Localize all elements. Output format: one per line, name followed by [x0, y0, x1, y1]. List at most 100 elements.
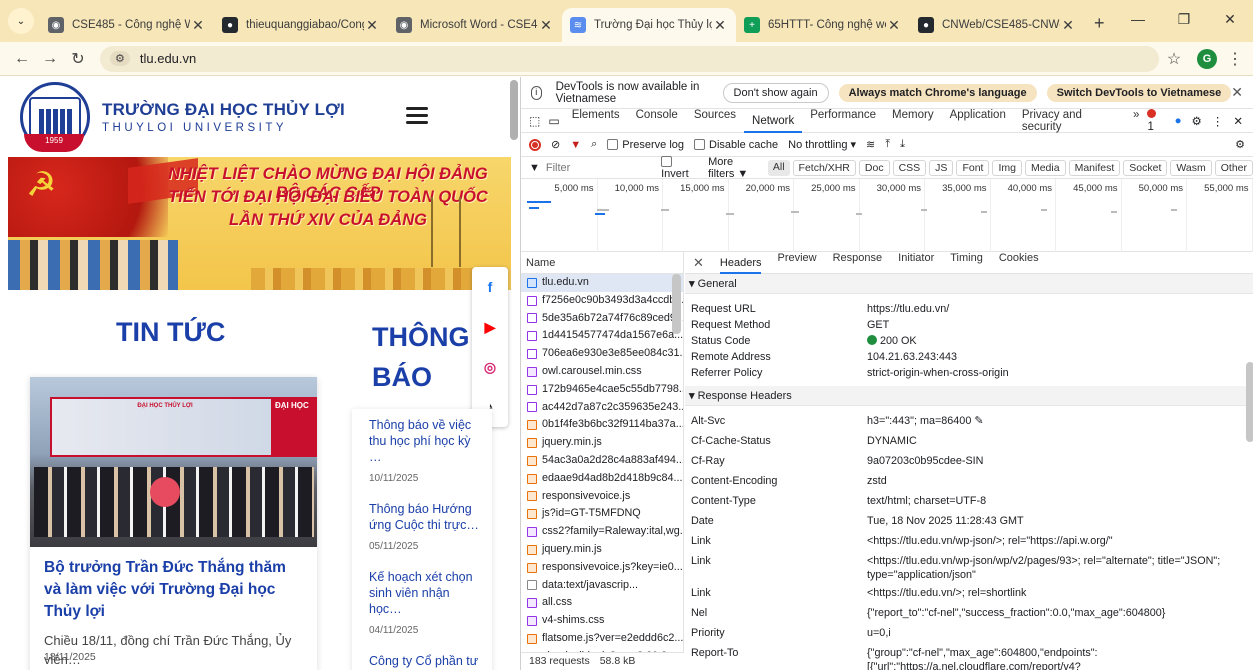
facebook-icon[interactable]: f — [472, 267, 508, 307]
devtools-tab[interactable]: Performance — [802, 109, 884, 133]
search-icon[interactable]: ⌕ — [591, 138, 597, 151]
filter-chip[interactable]: Doc — [858, 159, 890, 176]
detail-tab[interactable]: Preview — [777, 252, 816, 274]
instagram-icon[interactable]: ◎ — [472, 347, 508, 387]
close-detail-icon[interactable]: ✕ — [693, 255, 704, 271]
network-overview-timeline[interactable]: 5,000 ms 10,000 ms 15,000 ms 20,000 ms 25,00… — [521, 179, 1253, 252]
filter-chip[interactable]: Other — [1214, 159, 1253, 176]
featured-news-card[interactable]: ĐẠI HỌC THỦY LỢI ĐẠI HỌC Bộ trưởng Trần … — [30, 377, 317, 670]
devtools-tab[interactable]: Elements — [564, 109, 628, 133]
filter-input[interactable]: Filter — [546, 162, 655, 174]
browser-tab[interactable]: ◉ Microsoft Word - CSE485_✕ — [388, 8, 562, 42]
request-row[interactable]: tlu.edu.vn — [521, 274, 683, 292]
response-headers-section-header[interactable]: ▾ Response Headers — [685, 386, 1253, 406]
notice-title[interactable]: Công ty Cổ phần tư — [369, 653, 484, 669]
request-row[interactable]: js?id=GT-T5MFDNQ — [521, 505, 683, 523]
settings-gear-icon[interactable]: ⚙ — [1192, 114, 1202, 128]
filter-chip[interactable]: CSS — [892, 159, 927, 176]
detail-tab[interactable]: Headers — [719, 252, 762, 274]
hero-banner[interactable]: ☭ NHIỆT LIỆT CHÀO MỪNG ĐẠI HỘI ĐẢNG BỘ C… — [8, 157, 511, 290]
dont-show-again-button[interactable]: Don't show again — [722, 82, 829, 103]
request-row[interactable]: owl.carousel.min.css — [521, 363, 683, 381]
filter-chip[interactable]: Wasm — [1170, 159, 1212, 176]
header-row[interactable]: Referrer Policy strict-origin-when-cross-… — [685, 366, 1253, 382]
close-tab-icon[interactable]: ✕ — [364, 17, 380, 34]
page-scrollbar[interactable] — [510, 80, 518, 140]
header-row[interactable]: Nel {"report_to":"cf-nel","success_fracti… — [685, 606, 1253, 622]
featured-news-photo[interactable]: ĐẠI HỌC THỦY LỢI ĐẠI HỌC — [30, 377, 317, 547]
request-row[interactable]: responsivevoice.js?key=ie0... — [521, 559, 683, 577]
header-row[interactable]: Priority u=0,i — [685, 626, 1253, 642]
detail-tab[interactable]: Initiator — [898, 252, 934, 274]
match-chrome-language-button[interactable]: Always match Chrome's language — [838, 83, 1037, 102]
devtools-tab[interactable]: Privacy and security — [1014, 109, 1125, 133]
header-row[interactable]: Cf-Cache-Status DYNAMIC — [685, 434, 1253, 450]
chrome-menu-icon[interactable]: ⋮ — [1225, 49, 1245, 69]
clear-icon[interactable]: ⊘ — [551, 138, 560, 151]
request-row[interactable]: data:text/javascrip... — [521, 577, 683, 595]
filter-funnel-icon[interactable]: ▼ — [570, 139, 581, 151]
browser-tab[interactable]: ● thieuquanggiabao/Cong_N✕ — [214, 8, 388, 42]
request-row[interactable]: jquery.min.js — [521, 541, 683, 559]
close-devtools-icon[interactable]: ✕ — [1233, 114, 1243, 128]
header-row[interactable]: Request Method GET — [685, 318, 1253, 334]
disable-cache-checkbox[interactable]: Disable cache — [694, 138, 778, 151]
detail-tab[interactable]: Timing — [950, 252, 983, 274]
devtools-tab[interactable]: Network — [744, 109, 803, 133]
minimize-button[interactable]: — — [1115, 11, 1161, 27]
close-infobar-icon[interactable]: ✕ — [1231, 84, 1243, 101]
devtools-tab[interactable]: » — [1125, 109, 1147, 133]
header-row[interactable]: Request URL https://tlu.edu.vn/ — [685, 302, 1253, 318]
notice-item[interactable]: Thông báo về việc thu học phí học kỳ … 1… — [369, 417, 492, 484]
header-row[interactable]: Link <https://tlu.edu.vn/>; rel=shortlink — [685, 586, 1253, 602]
forward-button[interactable]: → — [36, 50, 64, 68]
record-button[interactable] — [529, 138, 541, 151]
request-row[interactable]: jquery.min.js — [521, 434, 683, 452]
bookmark-star-icon[interactable]: ☆ — [1159, 49, 1189, 69]
general-section-header[interactable]: ▾ General — [685, 274, 1253, 294]
filter-chip[interactable]: Socket — [1123, 159, 1168, 176]
notice-title[interactable]: Thông báo về việc thu học phí học kỳ … — [369, 417, 484, 465]
header-row[interactable]: Status Code 200 OK — [685, 334, 1253, 350]
detail-scrollbar[interactable] — [1246, 362, 1253, 442]
devtools-tab[interactable]: Console — [628, 109, 686, 133]
request-row[interactable]: css2?family=Raleway:ital,wg... — [521, 523, 683, 541]
more-filters-dropdown[interactable]: More filters ▼ — [708, 156, 758, 180]
header-row[interactable]: Content-Encoding zstd — [685, 474, 1253, 490]
close-tab-icon[interactable]: ✕ — [1060, 17, 1076, 34]
notice-item[interactable]: Công ty Cổ phần tư — [369, 653, 492, 669]
close-tab-icon[interactable]: ✕ — [712, 17, 728, 34]
header-row[interactable]: Alt-Svc h3=":443"; ma=86400 ✎ — [685, 414, 1253, 430]
notice-title[interactable]: Kế hoạch xét chọn sinh viên nhận học… — [369, 569, 484, 617]
devtools-menu-icon[interactable]: ⋮ — [1212, 114, 1224, 128]
filter-chip[interactable]: Media — [1024, 159, 1066, 176]
request-row[interactable]: 172b9465e4cae5c55db7798... — [521, 381, 683, 399]
name-column-header[interactable]: Name — [521, 252, 683, 274]
notice-item[interactable]: Kế hoạch xét chọn sinh viên nhận học… 04… — [369, 569, 492, 636]
close-window-button[interactable]: ✕ — [1207, 11, 1253, 28]
filter-chip[interactable]: JS — [929, 159, 954, 176]
request-row[interactable]: responsivevoice.js — [521, 488, 683, 506]
notice-title[interactable]: Thông báo Hướng ứng Cuộc thi trực… — [369, 501, 484, 533]
browser-tab[interactable]: +65HTTT- Công nghệ web (✕ — [736, 8, 910, 42]
address-bar[interactable]: ⚙ tlu.edu.vn — [100, 45, 1159, 72]
devtools-tab[interactable]: Sources — [686, 109, 744, 133]
youtube-icon[interactable]: ▶ — [472, 307, 508, 347]
network-conditions-icon[interactable]: ≋ — [866, 138, 875, 151]
filter-chip[interactable]: Img — [992, 159, 1022, 176]
browser-tab[interactable]: ● CNWeb/CSE485-CNW-Buc✕ — [910, 8, 1084, 42]
header-row[interactable]: Report-To {"group":"cf-nel","max_age":604… — [685, 646, 1253, 670]
export-har-icon[interactable]: ⤓ — [900, 138, 905, 151]
request-row[interactable]: all.css — [521, 594, 683, 612]
switch-to-vietnamese-button[interactable]: Switch DevTools to Vietnamese — [1046, 83, 1232, 102]
detail-tab[interactable]: Cookies — [999, 252, 1039, 274]
preserve-log-checkbox[interactable]: Preserve log — [607, 138, 684, 151]
request-row[interactable]: 706ea6e930e3e85ee084c31... — [521, 345, 683, 363]
header-row[interactable]: Link <https://tlu.edu.vn/wp-json/>; rel="… — [685, 534, 1253, 550]
header-row[interactable]: Link <https://tlu.edu.vn/wp-json/wp/v2/pa… — [685, 554, 1253, 582]
close-tab-icon[interactable]: ✕ — [886, 17, 902, 34]
request-list-scrollbar[interactable] — [672, 274, 681, 334]
browser-tab[interactable]: ≋ Trường Đại học Thủy lợi ✕ — [562, 8, 736, 42]
filter-chip[interactable]: All — [767, 159, 790, 176]
request-row[interactable]: edaae9d4ad8b2d418b9c84... — [521, 470, 683, 488]
